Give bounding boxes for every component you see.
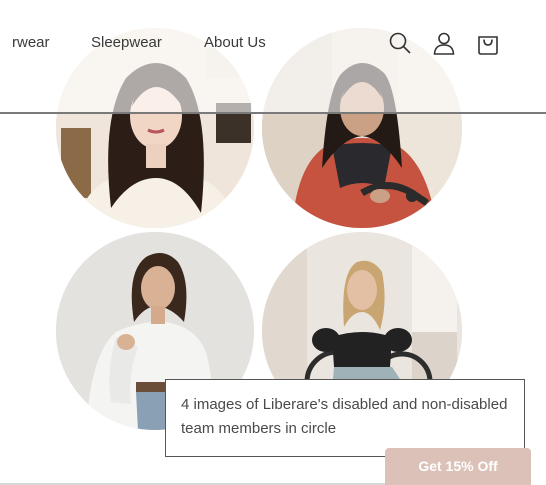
- search-icon[interactable]: [387, 30, 413, 56]
- site-header: rwear Sleepwear About Us: [0, 0, 546, 114]
- cart-icon[interactable]: [475, 30, 501, 56]
- account-icon[interactable]: [431, 30, 457, 56]
- nav-link-partial[interactable]: rwear: [12, 34, 50, 51]
- get-discount-button[interactable]: Get 15% Off: [385, 448, 531, 485]
- alt-text-tooltip: 4 images of Liberare's disabled and non-…: [165, 379, 525, 457]
- nav-link-sleepwear[interactable]: Sleepwear: [91, 34, 162, 51]
- nav-link-about-us[interactable]: About Us: [204, 34, 266, 51]
